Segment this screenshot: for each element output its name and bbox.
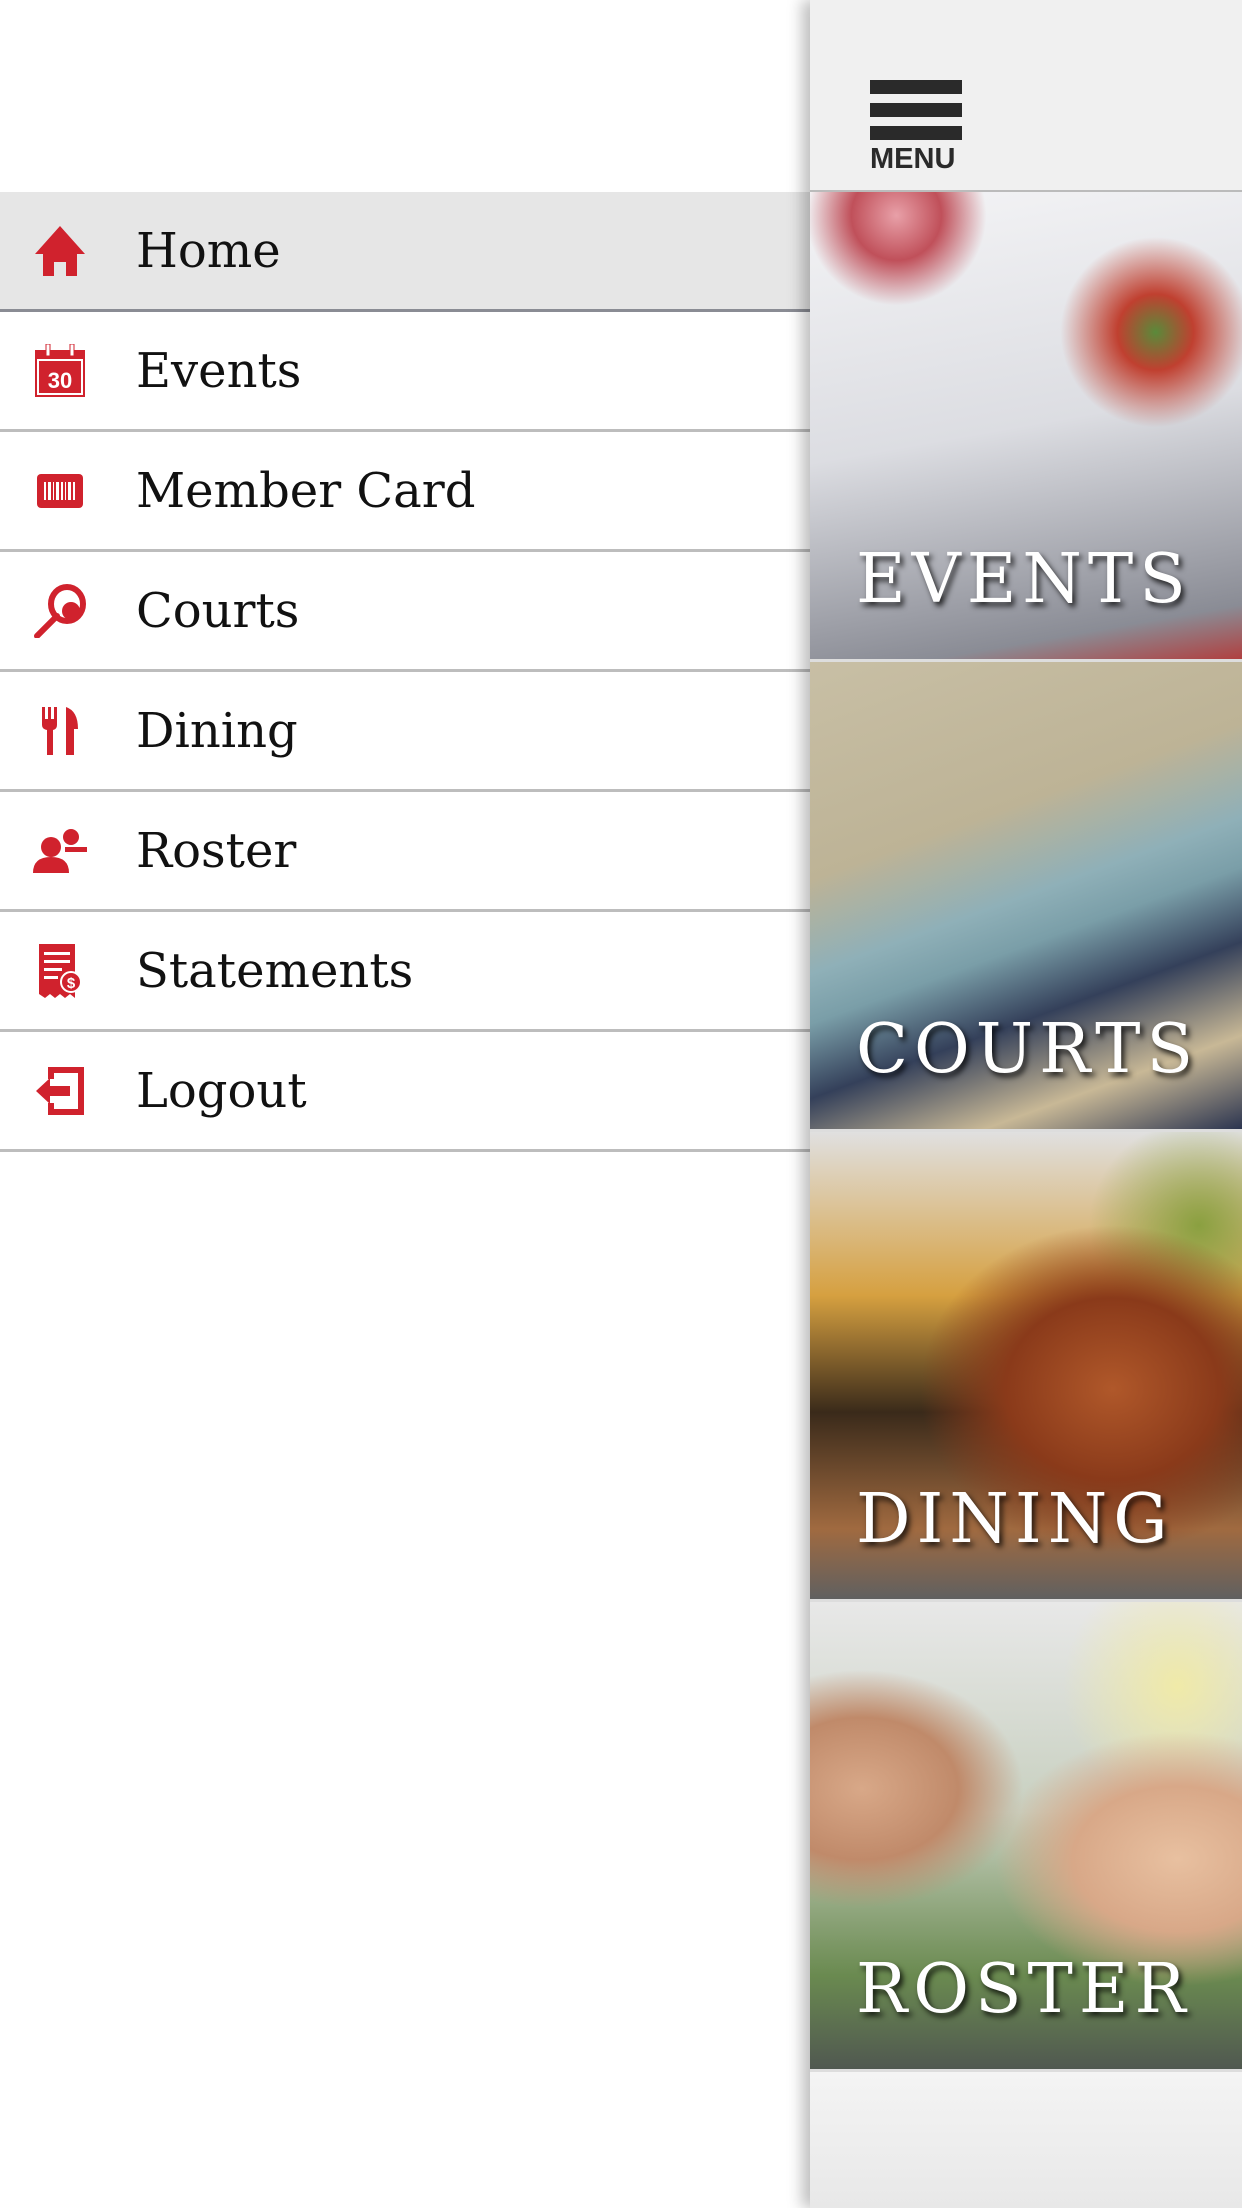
barcode-card-icon <box>32 463 88 519</box>
hamburger-bar <box>870 103 962 117</box>
tile-partial[interactable] <box>810 2072 1242 2208</box>
nav-item-courts[interactable]: Courts <box>0 552 810 672</box>
nav-item-label: Events <box>136 342 302 399</box>
drawer-header <box>0 0 810 192</box>
hamburger-bar <box>870 126 962 140</box>
nav-item-logout[interactable]: Logout <box>0 1032 810 1152</box>
menu-button[interactable]: MENU <box>870 80 962 175</box>
svg-text:$: $ <box>67 975 76 992</box>
tile-label: DINING <box>856 1480 1174 1559</box>
tile-events[interactable]: EVENTS <box>810 192 1242 662</box>
nav-item-label: Dining <box>136 702 298 759</box>
tile-courts[interactable]: COURTS <box>810 662 1242 1132</box>
nav-item-events[interactable]: 30 Events <box>0 312 810 432</box>
nav-item-member-card[interactable]: Member Card <box>0 432 810 552</box>
svg-text:30: 30 <box>48 368 72 393</box>
calendar-icon: 30 <box>32 343 88 399</box>
home-icon <box>32 223 88 279</box>
statement-icon: $ <box>32 943 88 999</box>
tile-roster[interactable]: ROSTER <box>810 1602 1242 2072</box>
tile-dining[interactable]: DINING <box>810 1132 1242 1602</box>
navigation-drawer: Home 30 Events Member Card Courts Dining… <box>0 0 810 2208</box>
tennis-racket-icon <box>32 583 88 639</box>
menu-label: MENU <box>870 143 956 175</box>
tile-label: COURTS <box>856 1010 1200 1089</box>
nav-item-label: Home <box>136 222 281 279</box>
nav-item-dining[interactable]: Dining <box>0 672 810 792</box>
nav-item-label: Statements <box>136 942 414 999</box>
app-header: MENU <box>810 0 1242 192</box>
nav-item-label: Courts <box>136 582 300 639</box>
nav-item-home[interactable]: Home <box>0 192 810 312</box>
tile-label: EVENTS <box>856 540 1192 619</box>
people-icon <box>32 823 88 879</box>
fork-knife-icon <box>32 703 88 759</box>
main-content: MENU EVENTS COURTS DINING ROSTER <box>810 0 1242 2208</box>
nav-item-label: Logout <box>136 1062 307 1119</box>
nav-item-statements[interactable]: $ Statements <box>0 912 810 1032</box>
nav-item-roster[interactable]: Roster <box>0 792 810 912</box>
nav-item-label: Roster <box>136 822 297 879</box>
hamburger-icon <box>870 80 962 94</box>
nav-item-label: Member Card <box>136 462 476 519</box>
tile-label: ROSTER <box>856 1950 1192 2029</box>
logout-icon <box>32 1063 88 1119</box>
